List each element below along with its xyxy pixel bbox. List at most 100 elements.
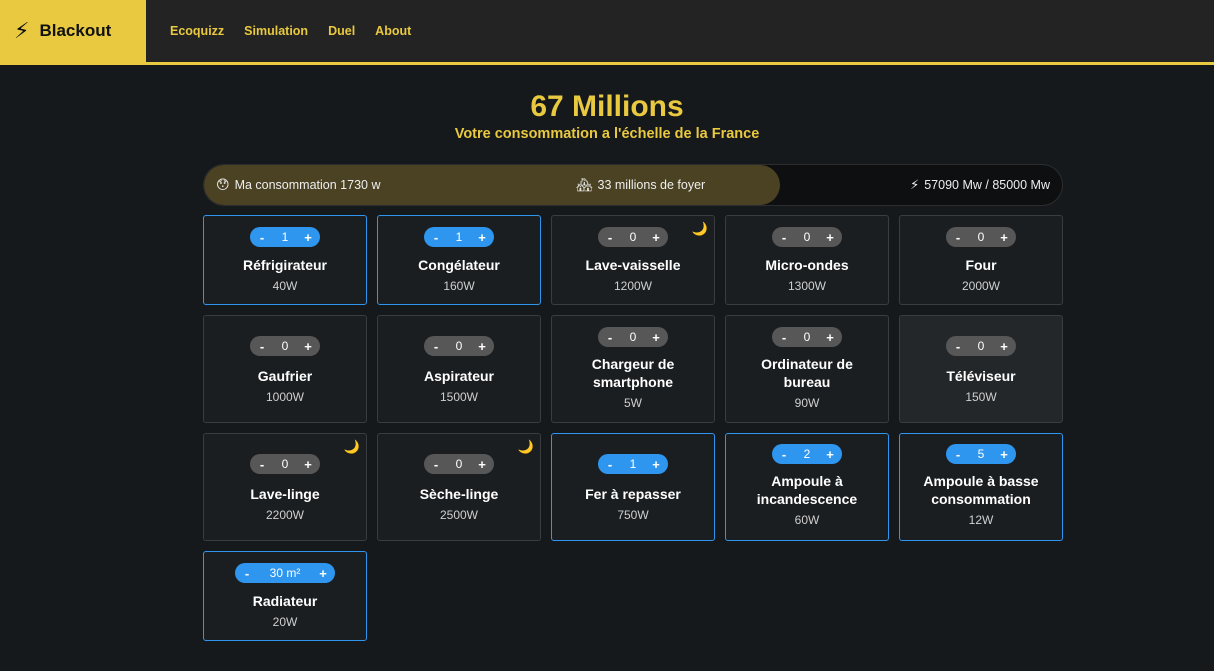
page-subtitle: Votre consommation a l'échelle de la Fra… [454, 126, 760, 142]
appliance-card-fer-a-repasser[interactable]: -1 + Fer à repasser 750W [551, 433, 715, 541]
appliance-card-micro-ondes[interactable]: -0 + Micro-ondes 1300W [725, 215, 889, 305]
quantity-stepper: -2 + [772, 444, 842, 464]
decrement-button[interactable]: - [430, 230, 442, 245]
appliance-name: Radiateur [252, 593, 318, 609]
decrement-button[interactable]: - [241, 566, 253, 581]
quantity-stepper: -5 + [946, 444, 1016, 464]
appliance-name: Ampoule à incandescence [756, 473, 858, 507]
appliance-name: Fer à repasser [585, 486, 681, 502]
appliance-card-ampoule-a-incandescence[interactable]: -2 + Ampoule à incandescence 60W [725, 433, 889, 541]
appliance-wattage: 1500W [439, 390, 479, 404]
appliance-name: Micro-ondes [765, 257, 849, 273]
decrement-button[interactable]: - [430, 339, 442, 354]
decrement-button[interactable]: - [952, 339, 964, 354]
quantity-stepper: -0 + [946, 227, 1016, 247]
increment-button[interactable]: + [824, 447, 836, 462]
decrement-button[interactable]: - [778, 330, 790, 345]
appliance-wattage: 90W [794, 396, 820, 410]
decrement-button[interactable]: - [778, 447, 790, 462]
quantity-value: 2 [803, 447, 811, 461]
increment-button[interactable]: + [650, 330, 662, 345]
appliance-wattage: 1300W [787, 279, 827, 293]
homes-count-label: 33 millions de foyer [597, 178, 706, 192]
quantity-stepper: -0 + [946, 336, 1016, 356]
appliance-card-chargeur-de-smartphone[interactable]: -0 + Chargeur de smartphone 5W [551, 315, 715, 423]
quantity-value: 0 [977, 339, 985, 353]
appliance-name: Aspirateur [423, 368, 495, 384]
bolt-icon: ⚡ [14, 18, 30, 43]
appliance-wattage: 150W [965, 390, 997, 404]
appliance-card-congelateur[interactable]: -1 + Congélateur 160W [377, 215, 541, 305]
increment-button[interactable]: + [476, 230, 488, 245]
appliance-card-televiseur[interactable]: -0 + Téléviseur 150W [899, 315, 1063, 423]
increment-button[interactable]: + [302, 339, 314, 354]
increment-button[interactable]: + [824, 330, 836, 345]
quantity-value: 0 [803, 230, 811, 244]
nav-link-duel[interactable]: Duel [328, 24, 355, 38]
nav-links: Ecoquizz Simulation Duel About [170, 24, 431, 38]
increment-button[interactable]: + [824, 230, 836, 245]
nav-link-simulation[interactable]: Simulation [244, 24, 308, 38]
quantity-value: 0 [629, 330, 637, 344]
appliance-name: Lave-linge [250, 486, 320, 502]
decrement-button[interactable]: - [604, 330, 616, 345]
brand-logo[interactable]: ⚡ Blackout [0, 0, 146, 62]
quantity-stepper: -0 + [772, 227, 842, 247]
decrement-button[interactable]: - [604, 457, 616, 472]
nav-link-ecoquizz[interactable]: Ecoquizz [170, 24, 224, 38]
increment-button[interactable]: + [302, 230, 314, 245]
quantity-value: 30 m² [269, 566, 301, 580]
decrement-button[interactable]: - [256, 230, 268, 245]
appliance-card-lave-vaisselle[interactable]: 🌙 -0 + Lave-vaisselle 1200W [551, 215, 715, 305]
appliance-wattage: 750W [617, 508, 649, 522]
decrement-button[interactable]: - [256, 339, 268, 354]
increment-button[interactable]: + [476, 457, 488, 472]
increment-button[interactable]: + [317, 566, 329, 581]
appliance-wattage: 40W [272, 279, 298, 293]
quantity-stepper: -0 + [772, 327, 842, 347]
quantity-value: 5 [977, 447, 985, 461]
increment-button[interactable]: + [998, 230, 1010, 245]
appliance-name: Congélateur [418, 257, 500, 273]
appliance-name: Ampoule à basse consommation [923, 473, 1039, 507]
appliance-card-aspirateur[interactable]: -0 + Aspirateur 1500W [377, 315, 541, 423]
decrement-button[interactable]: - [604, 230, 616, 245]
appliance-card-ampoule-a-basse-consommation[interactable]: -5 + Ampoule à basse consommation 12W [899, 433, 1063, 541]
decrement-button[interactable]: - [952, 447, 964, 462]
appliance-card-four[interactable]: -0 + Four 2000W [899, 215, 1063, 305]
my-consumption-label: Ma consommation 1730 w [234, 178, 381, 192]
appliance-card-seche-linge[interactable]: 🌙 -0 + Sèche-linge 2500W [377, 433, 541, 541]
increment-button[interactable]: + [998, 447, 1010, 462]
decrement-button[interactable]: - [256, 457, 268, 472]
appliance-wattage: 5W [624, 396, 642, 410]
quantity-stepper: -0 + [424, 336, 494, 356]
appliance-wattage: 60W [794, 513, 820, 527]
increment-button[interactable]: + [302, 457, 314, 472]
decrement-button[interactable]: - [778, 230, 790, 245]
homes-count: 🏘 33 millions de foyer [576, 165, 705, 205]
appliance-card-radiateur[interactable]: - 30 m² + Radiateur 20W [203, 551, 367, 641]
quantity-value: 0 [803, 330, 811, 344]
quantity-value: 1 [455, 230, 463, 244]
decrement-button[interactable]: - [952, 230, 964, 245]
increment-button[interactable]: + [998, 339, 1010, 354]
quantity-stepper: -0 + [250, 454, 320, 474]
appliance-card-refrigirateur[interactable]: -1 + Réfrigirateur 40W [203, 215, 367, 305]
decrement-button[interactable]: - [430, 457, 442, 472]
appliance-card-ordinateur-de-bureau[interactable]: -0 + Ordinateur de bureau 90W [725, 315, 889, 423]
appliance-card-lave-linge[interactable]: 🌙 -0 + Lave-linge 2200W [203, 433, 367, 541]
appliance-card-gaufrier[interactable]: -0 + Gaufrier 1000W [203, 315, 367, 423]
increment-button[interactable]: + [650, 457, 662, 472]
quantity-value: 0 [629, 230, 637, 244]
grid-capacity: ⚡ 57090 Mw / 85000 Mw [910, 165, 1050, 205]
brand-name: Blackout [39, 21, 112, 40]
quantity-stepper: - 30 m² + [235, 563, 335, 583]
quantity-stepper: -0 + [598, 227, 668, 247]
increment-button[interactable]: + [476, 339, 488, 354]
nav-link-about[interactable]: About [375, 24, 411, 38]
houses-icon: 🏘 [576, 177, 593, 192]
grid-capacity-label: 57090 Mw / 85000 Mw [924, 178, 1050, 192]
increment-button[interactable]: + [650, 230, 662, 245]
appliance-name: Ordinateur de bureau [761, 356, 853, 390]
quantity-value: 1 [629, 457, 637, 471]
